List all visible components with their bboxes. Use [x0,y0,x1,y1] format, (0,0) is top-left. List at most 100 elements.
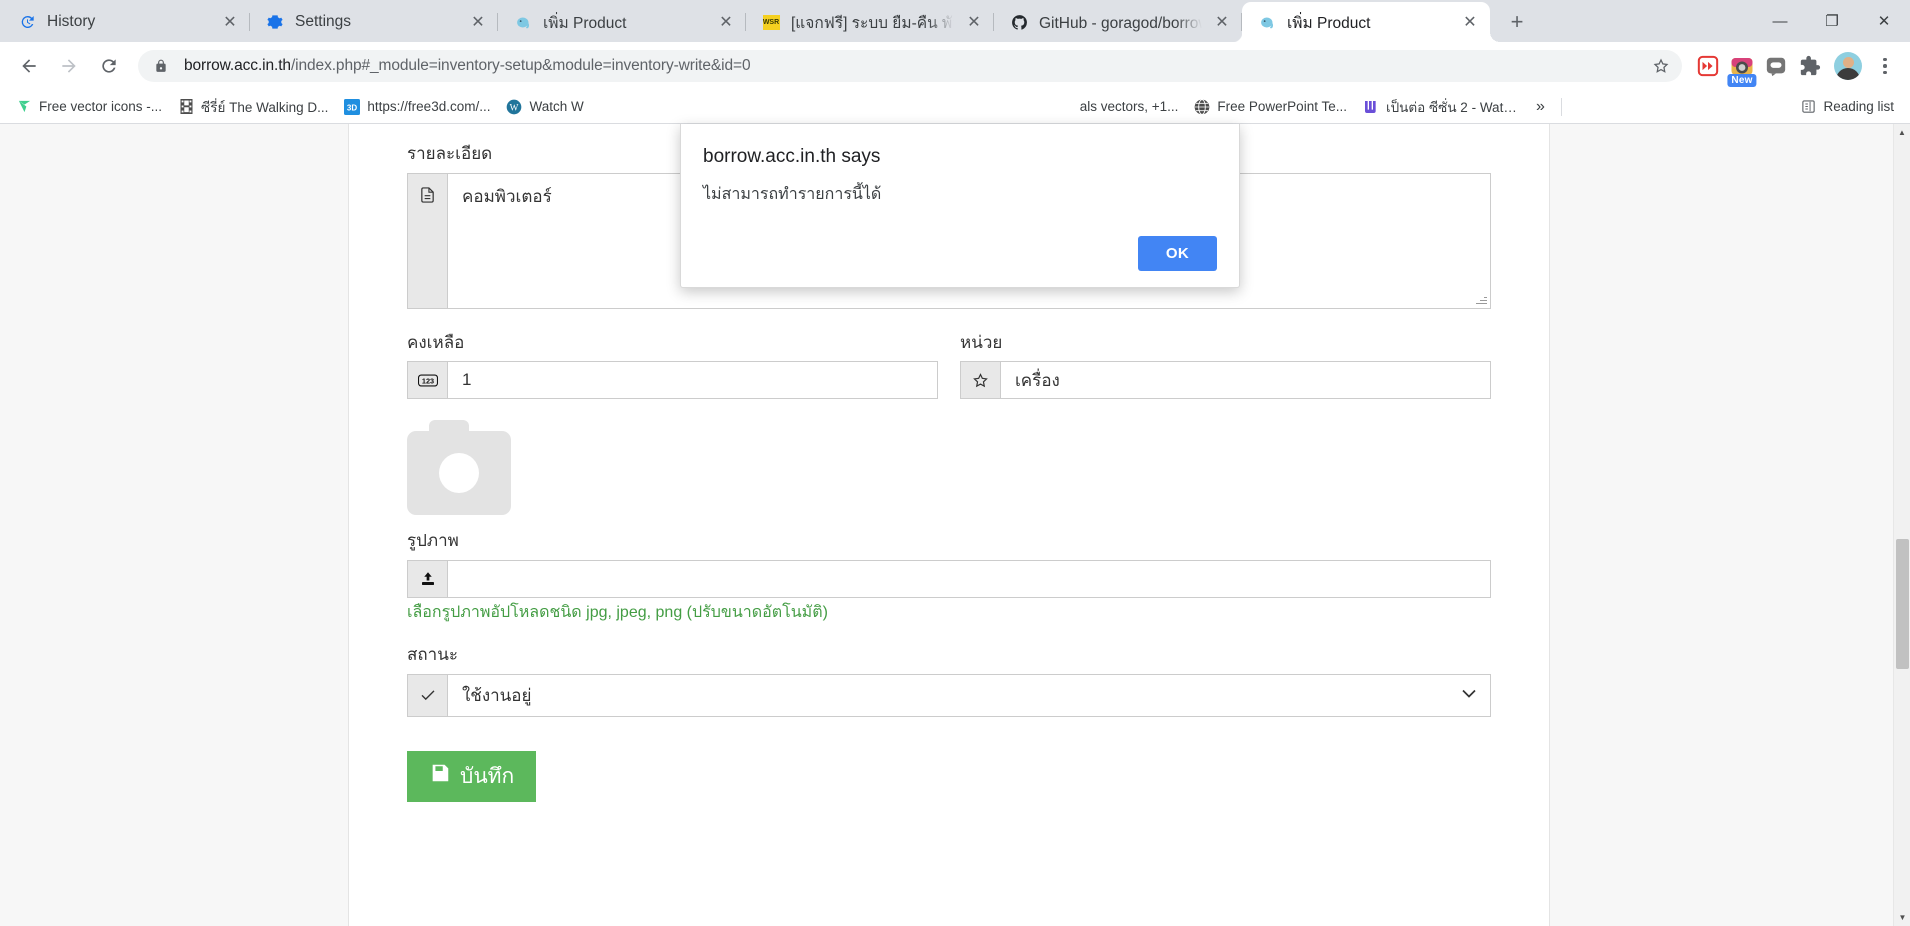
bookmark-item[interactable]: ซีรี่ย์ The Walking D... [170,92,336,122]
status-select-group[interactable] [407,673,1491,717]
image-input-group [407,559,1491,598]
bookmark-label: เป็นต่อ ซีซั่น 2 - Watc... [1385,99,1518,115]
remaining-unit-row: คงเหลือ 123 หน่วย [407,331,1491,400]
wordpress-icon: W [506,99,522,115]
reload-button[interactable] [90,47,128,85]
line-extension-icon[interactable] [1760,50,1792,82]
tab-title: History [47,13,96,30]
remaining-field-group: คงเหลือ 123 [407,331,938,400]
bookmark-label: Watch W [529,99,584,114]
minimize-button[interactable]: — [1754,0,1806,42]
flaticon-icon [16,99,32,115]
tab-close-button[interactable]: ✕ [216,8,244,36]
back-button[interactable] [10,47,48,85]
star-outline-icon[interactable] [1646,57,1676,75]
bookmark-label: als vectors, +1... [1079,99,1179,114]
remaining-input-group: 123 [407,361,938,400]
scroll-up-arrow[interactable]: ▲ [1894,124,1910,141]
tab-github-borrow[interactable]: GitHub - goragod/borrow: ระ ✕ [994,2,1242,42]
globe-icon [1194,98,1210,115]
extension-new-badge: New [1727,74,1757,87]
unit-input-group [960,361,1491,400]
bookmark-item[interactable]: W Watch W [498,95,591,119]
star-icon [961,362,1001,399]
image-field-group: รูปภาพ เลือกรูปภาพอัปโหลดชนิด jpg, jpeg,… [407,420,1491,625]
image-label: รูปภาพ [407,531,459,551]
camera-extension-icon[interactable]: New [1726,50,1758,87]
alert-ok-button[interactable]: OK [1137,236,1217,271]
puzzle-extension-icon[interactable] [1794,50,1826,82]
bookmark-item[interactable]: 3D https://free3d.com/... [336,95,498,119]
status-field-group: สถานะ [407,643,1491,717]
elephant-icon [1258,13,1276,31]
tab-add-product-active[interactable]: เพิ่ม Product ✕ [1232,2,1490,42]
url-host: borrow.acc.in.th [184,57,291,74]
tab-title: เพิ่ม Product [543,14,627,32]
camera-placeholder-icon [407,420,511,516]
tab-title: Settings [295,13,352,30]
browser-toolbar: borrow.acc.in.th/index.php#_module=inven… [0,42,1910,90]
tab-title: เพิ่ม Product [1287,14,1371,32]
unit-field-group: หน่วย [960,331,1491,400]
window-controls: — ❐ ✕ [1754,0,1910,42]
bookmark-item[interactable]: เป็นต่อ ซีซั่น 2 - Watc... [1355,92,1526,122]
bookmark-item[interactable]: Free PowerPoint Te... [1186,95,1355,119]
bookmark-label: Free PowerPoint Te... [1217,99,1347,114]
new-tab-button[interactable]: + [1498,3,1536,41]
github-icon [1010,13,1028,31]
forward-button[interactable] [50,47,88,85]
url-path: /index.php#_module=inventory-setup&modul… [290,57,751,74]
remaining-input[interactable] [448,362,937,399]
camera-bump [429,420,469,435]
page-scrollbar[interactable]: ▲ ▼ [1893,124,1910,926]
status-label: สถานะ [407,644,458,664]
kebab-menu-icon[interactable] [1870,57,1900,75]
tab-title: [แจกฟรี] ระบบ ยืม-คืน พัสดุ E-Bo [791,14,954,32]
elephant-icon [514,13,532,31]
numbers-123-icon: 123 [408,362,448,399]
tab-settings[interactable]: Settings ✕ [250,2,498,42]
tab-free-borrow-system[interactable]: WSR [แจกฟรี] ระบบ ยืม-คืน พัสดุ E-Bo ✕ [746,2,994,42]
svg-text:3D: 3D [347,103,357,112]
bookmark-item[interactable]: als vectors, +1... [1072,95,1187,118]
unit-label: หน่วย [960,332,1003,352]
scrollbar-thumb[interactable] [1896,539,1909,669]
alert-message: ไม่สามารถทำรายการนี้ได้ [703,186,882,203]
browser-window: History ✕ Settings ✕ เพิ่ม Product ✕ WSR… [0,0,1910,926]
image-file-input[interactable] [448,560,1490,597]
bookmarks-overflow-button[interactable]: » [1526,94,1555,120]
w-icon [1363,99,1379,115]
reading-list-button[interactable]: Reading list [1792,95,1902,119]
reading-list-icon [1800,99,1816,115]
fast-forward-extension-icon[interactable] [1692,50,1724,82]
unit-input[interactable] [1001,362,1490,399]
scroll-down-arrow[interactable]: ▼ [1894,909,1910,926]
tab-close-button[interactable]: ✕ [1456,8,1484,36]
3d-icon: 3D [344,98,361,115]
reading-list-label: Reading list [1823,99,1894,114]
bookmark-label: Free vector icons -... [39,99,163,114]
save-disk-icon [429,762,451,791]
bookmark-label: https://free3d.com/... [367,99,491,114]
bookmark-item[interactable]: Free vector icons -... [8,95,170,119]
tab-add-product-1[interactable]: เพิ่ม Product ✕ [498,2,746,42]
status-select-value[interactable] [448,674,1490,716]
history-icon [18,13,36,31]
svg-text:123: 123 [421,376,433,385]
gear-icon [266,13,284,31]
tab-close-button[interactable]: ✕ [464,8,492,36]
film-icon [178,99,194,115]
javascript-alert-dialog: borrow.acc.in.th says ไม่สามารถทำรายการน… [680,124,1240,288]
url-text: borrow.acc.in.th/index.php#_module=inven… [184,57,1646,75]
avatar[interactable] [1834,52,1862,80]
close-window-button[interactable]: ✕ [1858,0,1910,42]
upload-icon[interactable] [408,560,448,597]
tab-close-button[interactable]: ✕ [960,8,988,36]
address-bar[interactable]: borrow.acc.in.th/index.php#_module=inven… [138,50,1682,82]
tab-title: GitHub - goragod/borrow: ระ [1039,14,1202,32]
save-button[interactable]: บันทึก [407,750,537,802]
tab-history[interactable]: History ✕ [2,2,250,42]
image-help-text: เลือกรูปภาพอัปโหลดชนิด jpg, jpeg, png (ป… [407,603,828,621]
maximize-button[interactable]: ❐ [1806,0,1858,42]
tab-close-button[interactable]: ✕ [712,8,740,36]
